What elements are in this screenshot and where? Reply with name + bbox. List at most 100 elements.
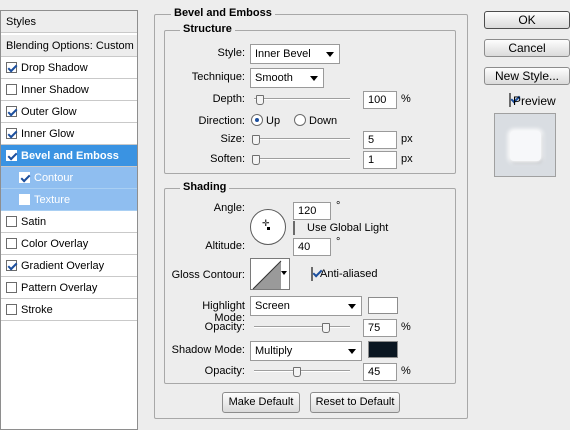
blending-options-label: Blending Options: Custom [6, 39, 134, 52]
style-item-inner-shadow[interactable]: Inner Shadow [1, 79, 137, 101]
style-item-label: Outer Glow [21, 105, 77, 118]
style-item-inner-glow[interactable]: Inner Glow [1, 123, 137, 145]
depth-field[interactable]: 100 [363, 91, 397, 109]
style-select-value: Inner Bevel [255, 48, 311, 60]
size-slider-thumb[interactable] [251, 135, 260, 145]
angle-field[interactable]: 120 [293, 202, 331, 220]
style-item-drop-shadow[interactable]: Drop Shadow [1, 57, 137, 79]
shadow-mode-select[interactable]: Multiply [250, 341, 362, 361]
style-item-contour[interactable]: Contour [1, 167, 137, 189]
stroke-checkbox[interactable] [6, 304, 17, 315]
size-label: Size: [220, 133, 245, 145]
highlight-color-swatch[interactable] [368, 297, 398, 314]
inner-shadow-checkbox[interactable] [6, 84, 17, 95]
styles-header-label: Styles [6, 15, 36, 28]
depth-slider-thumb[interactable] [255, 95, 264, 105]
style-item-label: Satin [21, 215, 47, 228]
style-item-label: Color Overlay [21, 237, 89, 250]
style-item-pattern-overlay[interactable]: Pattern Overlay [1, 277, 137, 299]
inner-glow-checkbox[interactable] [6, 128, 17, 139]
angle-dial[interactable]: ✛ [250, 209, 286, 245]
style-preview-thumbnail [494, 113, 556, 177]
use-global-light-checkbox[interactable] [293, 221, 295, 235]
styles-header[interactable]: Styles [1, 11, 137, 33]
preview-checkbox[interactable] [509, 93, 511, 107]
chevron-down-icon [310, 76, 318, 81]
size-slider[interactable] [254, 138, 350, 140]
size-field[interactable]: 5 [363, 131, 397, 149]
soften-field[interactable]: 1 [363, 151, 397, 169]
new-style-button[interactable]: New Style... [484, 67, 570, 85]
style-item-label: Inner Glow [21, 127, 75, 140]
blending-options-item[interactable]: Blending Options: Custom [1, 35, 137, 57]
gloss-contour-picker[interactable] [250, 258, 290, 290]
angle-dial-center [267, 227, 270, 230]
preview-label: Preview [513, 94, 556, 108]
style-item-outer-glow[interactable]: Outer Glow [1, 101, 137, 123]
style-item-color-overlay[interactable]: Color Overlay [1, 233, 137, 255]
ok-button[interactable]: OK [484, 11, 570, 29]
structure-title: Structure [180, 23, 235, 35]
shadow-color-swatch[interactable] [368, 341, 398, 358]
style-select[interactable]: Inner Bevel [250, 44, 340, 64]
chevron-down-icon [348, 349, 356, 354]
bevel-and-emboss-checkbox[interactable] [6, 150, 17, 161]
style-item-label: Bevel and Emboss [21, 149, 119, 162]
depth-label: Depth: [212, 93, 245, 105]
satin-checkbox[interactable] [6, 216, 17, 227]
style-item-label: Stroke [21, 303, 53, 316]
technique-select[interactable]: Smooth [250, 68, 324, 88]
highlight-opacity-thumb[interactable] [322, 323, 330, 333]
shadow-opacity-slider[interactable] [254, 370, 350, 372]
anti-aliased-label: Anti-aliased [320, 268, 378, 280]
chevron-down-icon [281, 271, 287, 275]
style-item-texture[interactable]: Texture [1, 189, 137, 211]
angle-degree: ° [336, 200, 341, 212]
size-unit: px [401, 133, 413, 145]
soften-slider[interactable] [254, 158, 350, 160]
color-overlay-checkbox[interactable] [6, 238, 17, 249]
altitude-label: Altitude: [205, 240, 245, 252]
style-item-label: Drop Shadow [21, 61, 88, 74]
make-default-button[interactable]: Make Default [222, 392, 300, 413]
shadow-mode-value: Multiply [255, 345, 293, 357]
direction-up-radio[interactable] [251, 114, 263, 126]
chevron-down-icon [326, 52, 334, 57]
style-item-bevel-and-emboss[interactable]: Bevel and Emboss [1, 145, 137, 167]
contour-preview-icon [252, 260, 282, 290]
shadow-opacity-thumb[interactable] [293, 367, 302, 377]
style-item-label: Pattern Overlay [21, 281, 98, 294]
angle-label: Angle: [213, 202, 245, 214]
shadow-opacity-field[interactable]: 45 [363, 363, 397, 381]
reset-to-default-button[interactable]: Reset to Default [310, 392, 400, 413]
shading-title: Shading [180, 181, 230, 193]
highlight-opacity-label: Opacity: [204, 321, 245, 333]
soften-slider-thumb[interactable] [251, 155, 260, 165]
contour-checkbox[interactable] [19, 172, 30, 183]
direction-up-label: Up [266, 115, 281, 127]
texture-checkbox[interactable] [19, 194, 30, 205]
highlight-mode-select[interactable]: Screen [250, 296, 362, 316]
gradient-overlay-checkbox[interactable] [6, 260, 17, 271]
outer-glow-checkbox[interactable] [6, 106, 17, 117]
highlight-opacity-slider[interactable] [254, 326, 350, 328]
highlight-opacity-field[interactable]: 75 [363, 319, 397, 337]
style-item-label: Gradient Overlay [21, 259, 105, 272]
drop-shadow-checkbox[interactable] [6, 62, 17, 73]
pattern-overlay-checkbox[interactable] [6, 282, 17, 293]
style-item-gradient-overlay[interactable]: Gradient Overlay [1, 255, 137, 277]
style-item-label: Contour [34, 171, 74, 184]
styles-list-panel: Styles Blending Options: Custom Drop Sha… [0, 10, 138, 430]
style-item-label: Texture [34, 193, 71, 206]
altitude-field[interactable]: 40 [293, 238, 331, 256]
chevron-down-icon [348, 304, 356, 309]
shadow-opacity-unit: % [401, 365, 411, 377]
soften-unit: px [401, 153, 413, 165]
cancel-button[interactable]: Cancel [484, 39, 570, 57]
style-item-satin[interactable]: Satin [1, 211, 137, 233]
depth-slider[interactable] [254, 98, 350, 100]
style-item-stroke[interactable]: Stroke [1, 299, 137, 321]
preview-swatch [510, 131, 541, 161]
direction-down-radio[interactable] [294, 114, 306, 126]
anti-aliased-checkbox[interactable] [311, 267, 313, 281]
